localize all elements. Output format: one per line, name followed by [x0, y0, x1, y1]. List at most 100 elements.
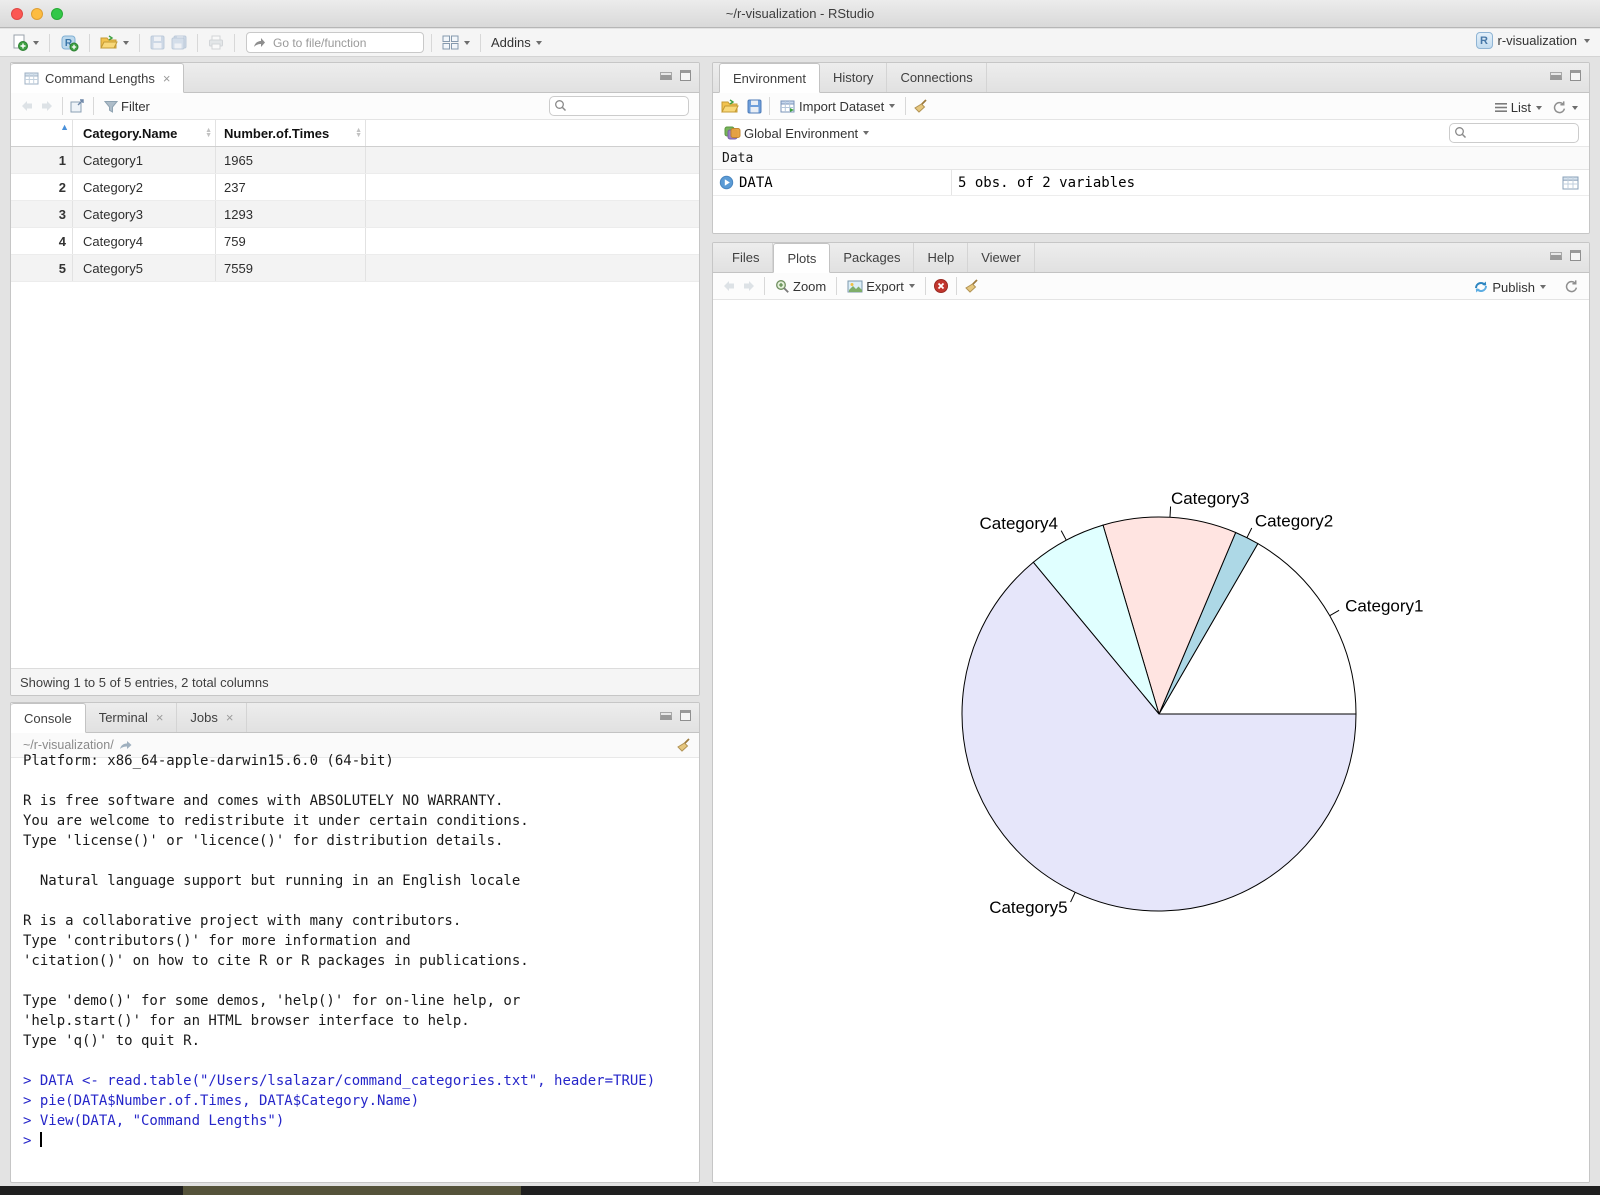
tab-packages[interactable]: Packages — [830, 243, 915, 272]
tab-connections[interactable]: Connections — [887, 63, 987, 92]
next-plot-icon[interactable] — [741, 279, 757, 293]
close-icon[interactable]: × — [156, 710, 164, 725]
environment-toolbar: Import Dataset List — [713, 93, 1589, 120]
close-icon[interactable]: × — [226, 710, 234, 725]
maximize-pane-button[interactable] — [1570, 70, 1581, 81]
export-image-icon — [847, 280, 863, 292]
tab-label: Help — [927, 249, 955, 265]
minimize-pane-button[interactable] — [660, 71, 672, 80]
console-output[interactable]: Platform: x86_64-apple-darwin15.6.0 (64-… — [11, 751, 699, 1182]
filter-funnel-icon — [104, 100, 118, 113]
environment-search-input[interactable] — [1449, 123, 1579, 143]
object-name: DATA — [739, 174, 773, 191]
goto-file-input[interactable] — [246, 32, 424, 53]
project-menu-button[interactable]: R r-visualization — [1475, 32, 1590, 49]
chevron-down-icon — [33, 40, 39, 45]
tab-jobs[interactable]: Jobs × — [177, 703, 248, 732]
tab-label: Environment — [733, 70, 806, 86]
table-cell: Category4 — [73, 228, 216, 254]
zoom-window-button[interactable] — [51, 8, 63, 20]
tab-plots[interactable]: Plots — [773, 243, 831, 273]
table-cell: Category2 — [73, 174, 216, 200]
table-cell: 7559 — [216, 255, 366, 281]
environment-object-row[interactable]: DATA 5 obs. of 2 variables — [713, 170, 1589, 196]
popout-icon[interactable] — [70, 99, 86, 113]
refresh-plot-icon[interactable] — [1564, 279, 1579, 294]
table-cell: 3 — [11, 201, 73, 227]
tab-viewer[interactable]: Viewer — [968, 243, 1035, 272]
view-data-icon[interactable] — [1562, 176, 1579, 190]
tab-history[interactable]: History — [820, 63, 888, 92]
close-icon[interactable]: × — [163, 71, 171, 86]
traffic-lights — [11, 8, 63, 20]
new-file-button[interactable] — [8, 32, 42, 53]
list-view-button[interactable]: List — [1491, 98, 1545, 117]
close-window-button[interactable] — [11, 8, 23, 20]
clear-plots-icon[interactable] — [964, 279, 979, 293]
back-icon[interactable] — [19, 99, 35, 113]
open-file-button[interactable] — [97, 33, 132, 52]
addins-button[interactable]: Addins — [488, 33, 545, 52]
window-title: ~/r-visualization - RStudio — [725, 6, 875, 21]
refresh-environment-button[interactable] — [1549, 98, 1581, 117]
console-output-line: Type 'contributors()' for more informati… — [23, 933, 411, 949]
environment-pane: Environment History Connections Import D… — [712, 62, 1590, 234]
chevron-down-icon — [889, 104, 896, 108]
viewer-search-box — [549, 96, 689, 116]
list-label: List — [1510, 100, 1531, 115]
column-header-category-name[interactable]: Category.Name ▲ ▼ — [73, 120, 216, 146]
open-workspace-icon[interactable] — [721, 98, 739, 114]
minimize-window-button[interactable] — [31, 8, 43, 20]
pie-label-tick — [1246, 527, 1253, 538]
tab-command-lengths[interactable]: Command Lengths × — [11, 63, 185, 93]
maximize-pane-button[interactable] — [680, 710, 691, 721]
environment-tabbar: Environment History Connections — [713, 63, 1589, 93]
column-header-number-of-times[interactable]: Number.of.Times ▲ ▼ — [216, 120, 366, 146]
table-row: 4 Category4 759 — [11, 228, 699, 255]
tab-files[interactable]: Files — [719, 243, 774, 272]
minimize-pane-button[interactable] — [660, 711, 672, 720]
pie-label: Category3 — [1171, 489, 1249, 508]
filter-button[interactable]: Filter — [101, 97, 153, 116]
forward-icon[interactable] — [39, 99, 55, 113]
tab-help[interactable]: Help — [914, 243, 969, 272]
panes-layout-button[interactable] — [439, 33, 473, 52]
print-button[interactable] — [205, 33, 227, 52]
row-number-header[interactable]: ▲ — [11, 120, 73, 146]
new-project-icon: R — [61, 35, 79, 51]
import-dataset-button[interactable]: Import Dataset — [777, 97, 898, 116]
expand-object-icon[interactable] — [719, 175, 734, 190]
maximize-pane-button[interactable] — [680, 70, 691, 81]
console-input-line: > pie(DATA$Number.of.Times, DATA$Categor… — [23, 1093, 420, 1109]
viewer-search-input[interactable] — [549, 96, 689, 116]
clear-console-icon[interactable] — [676, 738, 691, 752]
save-all-button[interactable] — [168, 33, 190, 52]
sort-icons: ▲ ▼ — [355, 127, 362, 139]
goto-directory-icon[interactable] — [119, 739, 133, 751]
remove-plot-icon[interactable] — [933, 278, 949, 294]
new-project-button[interactable]: R — [57, 32, 82, 54]
publish-button[interactable]: Publish — [1470, 277, 1549, 297]
global-environment-button[interactable]: Global Environment — [721, 124, 872, 143]
maximize-pane-button[interactable] — [1570, 250, 1581, 261]
zoom-plot-button[interactable]: Zoom — [772, 277, 829, 296]
tab-terminal[interactable]: Terminal × — [86, 703, 178, 732]
previous-plot-icon[interactable] — [721, 279, 737, 293]
minimize-pane-button[interactable] — [1550, 251, 1562, 260]
save-button[interactable] — [147, 33, 168, 52]
pie-label: Category5 — [989, 898, 1067, 917]
tab-environment[interactable]: Environment — [719, 63, 820, 93]
pie-label: Category4 — [980, 514, 1058, 533]
viewer-tabbar: Command Lengths × — [11, 63, 699, 93]
save-workspace-icon[interactable] — [747, 99, 762, 114]
chevron-down-icon — [1584, 38, 1590, 43]
clear-environment-icon[interactable] — [913, 99, 928, 113]
export-plot-button[interactable]: Export — [844, 277, 918, 296]
dock-strip — [0, 1186, 1600, 1195]
data-section-header: Data — [713, 147, 1589, 170]
minimize-pane-button[interactable] — [1550, 71, 1562, 80]
addins-label: Addins — [491, 35, 531, 50]
tab-console[interactable]: Console — [11, 703, 86, 733]
chevron-down-icon — [863, 131, 870, 135]
